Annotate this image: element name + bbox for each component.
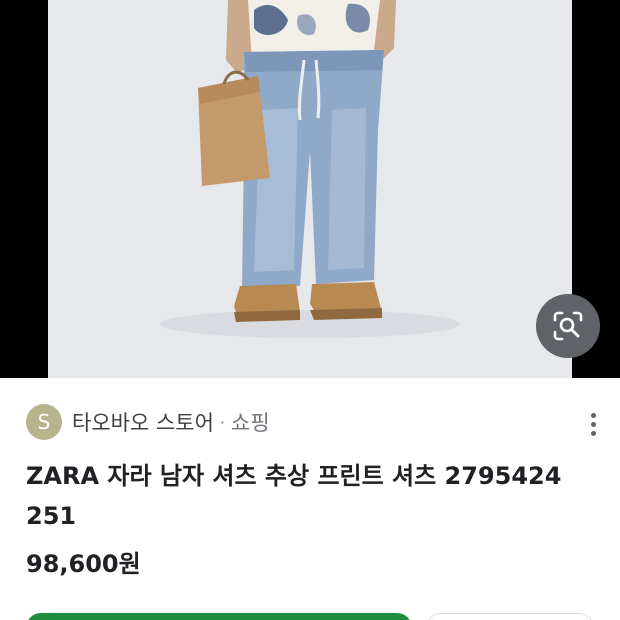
product-title[interactable]: ZARA 자라 남자 셔츠 추상 프린트 셔츠 2795424 251 xyxy=(26,456,596,536)
more-vert-icon-dot xyxy=(590,421,596,427)
more-vert-icon-dot xyxy=(590,430,596,436)
product-price: 98,600원 xyxy=(26,550,141,578)
screen: S 타오바오 스토어 · 쇼핑 ZARA 자라 남자 셔츠 추상 프린트 셔츠 … xyxy=(0,0,620,620)
visit-store-button[interactable] xyxy=(26,613,412,620)
product-photo[interactable] xyxy=(48,0,572,378)
source-category: 쇼핑 xyxy=(231,411,270,435)
more-options-button[interactable] xyxy=(578,406,608,442)
product-photo-illustration xyxy=(48,0,572,378)
more-vert-icon xyxy=(590,412,596,418)
shopping-result-card[interactable]: S 타오바오 스토어 · 쇼핑 ZARA 자라 남자 셔츠 추상 프린트 셔츠 … xyxy=(0,378,620,620)
source-separator: · xyxy=(219,412,226,432)
source-avatar: S xyxy=(26,404,62,440)
source-row[interactable]: S 타오바오 스토어 · 쇼핑 xyxy=(26,402,270,442)
lens-search-button[interactable] xyxy=(536,294,600,358)
secondary-action-button[interactable] xyxy=(426,613,594,620)
image-search-lens-icon xyxy=(553,311,583,341)
source-name[interactable]: 타오바오 스토어 xyxy=(72,407,214,437)
image-viewer xyxy=(0,0,620,378)
